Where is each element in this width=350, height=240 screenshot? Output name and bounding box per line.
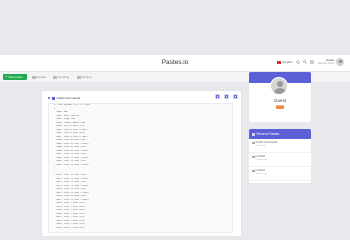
code-text: 0019: %1d% > %2d% (int) bbox=[54, 205, 86, 208]
code-text: 0001: wait %1d% ms bbox=[54, 114, 80, 117]
language-label: English bbox=[282, 60, 293, 64]
paste-card: CLEO commands // CLEO Opcodes list (c) 2… bbox=[42, 91, 241, 236]
avatar-body bbox=[273, 88, 286, 94]
code-text: 000D: %1d% -= %2d% (float) bbox=[54, 156, 90, 159]
code-text: 0011: %1d% *= %2d% (float) bbox=[54, 177, 90, 180]
code-text: 0013: %1d% *= %2d% (float) bbox=[54, 184, 90, 187]
code-icon bbox=[51, 96, 55, 100]
bullet-icon bbox=[48, 97, 50, 99]
code-text: // CLEO Opcodes list (c) 2021 bbox=[54, 104, 91, 106]
code-text: 0016: %1d% /= %2d% (int) bbox=[54, 195, 87, 197]
file-icon bbox=[225, 95, 228, 98]
code-text: 0006: %1d% = %2d% (int) bbox=[54, 132, 86, 134]
list-item[interactable]: Untitled 3 hours ago bbox=[249, 167, 311, 181]
copy-icon bbox=[216, 95, 219, 98]
code-text: 001D: %1d% > %2d% (int) bbox=[54, 219, 86, 222]
code-text: 0017: %1d% /= %2d% (float) bbox=[54, 198, 90, 201]
code-line: 001F: %1d% > %2d% (int) bbox=[49, 227, 232, 231]
flag-icon bbox=[277, 60, 282, 64]
recent-pastes-card: Recent Pastes CLEO commands 1 hour ago U… bbox=[249, 129, 311, 183]
paste-header: CLEO commands bbox=[48, 96, 80, 100]
code-text: { bbox=[54, 107, 56, 110]
nav-item-search[interactable]: Search bbox=[32, 75, 46, 79]
code-text: 0018: %1d% > %2d% (int) bbox=[54, 202, 86, 204]
nav-item-label: Search bbox=[36, 75, 47, 79]
search-icon[interactable] bbox=[302, 60, 307, 64]
code-text: 000E: %1d% -= %2d% (int) bbox=[54, 160, 87, 162]
raw-button[interactable] bbox=[224, 94, 229, 99]
avatar[interactable] bbox=[336, 58, 344, 66]
paste-title: CLEO commands bbox=[56, 96, 81, 100]
code-text: 0008: %1d% += %2d% (int) bbox=[54, 139, 87, 141]
plus-icon: + bbox=[5, 74, 8, 79]
recent-pastes-title: Recent Pastes bbox=[256, 132, 280, 136]
new-paste-label: New paste bbox=[8, 75, 23, 79]
code-text: 0002: jump %1p% bbox=[54, 118, 76, 120]
code-text: 001E: %1d% > %2d% (int) bbox=[54, 223, 86, 225]
moon-icon[interactable] bbox=[296, 60, 300, 64]
download-button[interactable] bbox=[233, 94, 238, 99]
list-item[interactable]: CLEO commands 1 hour ago bbox=[249, 139, 311, 153]
status-badge: Guest bbox=[276, 105, 284, 109]
code-text: 0007: %1d% = %2d% (float) bbox=[54, 135, 88, 138]
paste-actions bbox=[211, 94, 238, 99]
recent-item-title[interactable]: Untitled bbox=[256, 168, 265, 173]
file-icon bbox=[252, 169, 255, 172]
user-info[interactable]: Guest Member since bbox=[318, 58, 334, 66]
file-icon bbox=[252, 141, 255, 144]
code-viewer[interactable]: // CLEO Opcodes list (c) 2021{ 0000: NOP… bbox=[48, 103, 233, 233]
code-text: 0010: %1d% *= %2d% (int) bbox=[54, 174, 87, 176]
top-header: Pastes.io English Guest Member since bbox=[0, 55, 350, 71]
header-right: English Guest Member since bbox=[277, 58, 344, 66]
copy-button[interactable] bbox=[215, 94, 220, 99]
recent-item-title[interactable]: CLEO commands bbox=[256, 140, 278, 145]
nav-item-archive[interactable]: Archive bbox=[77, 75, 92, 79]
code-text: 001C: %1d% > %2d% (int) bbox=[54, 216, 86, 218]
code-text: 000F: %1d% -= %2d% (float) bbox=[54, 163, 90, 166]
code-text: 001A: %1d% > %2d% (int) bbox=[54, 209, 86, 211]
recent-item-meta: 1 hour ago bbox=[255, 144, 266, 147]
avatar[interactable] bbox=[270, 77, 288, 95]
code-text: 001F: %1d% > %2d% (int) bbox=[54, 226, 86, 229]
avatar-head bbox=[276, 81, 283, 87]
grid-icon[interactable] bbox=[310, 60, 314, 64]
profile-name[interactable]: Guest bbox=[249, 98, 311, 103]
user-subtitle: Member since bbox=[318, 62, 334, 65]
recent-item-meta: 3 hours ago bbox=[255, 172, 268, 175]
code-text: } bbox=[54, 167, 56, 169]
search-icon bbox=[32, 75, 36, 79]
new-paste-button[interactable]: + New paste bbox=[3, 74, 27, 80]
code-text: 0005: %1d% = %2d% (float) bbox=[54, 128, 88, 131]
code-text: 0014: %1d% /= %2d% (int) bbox=[54, 188, 87, 190]
code-text: 000B: %1d% += %2d% (float) bbox=[54, 149, 90, 152]
code-text: 0000: NOP bbox=[54, 111, 68, 113]
language-selector[interactable]: English bbox=[277, 60, 292, 64]
code-text: 0015: %1d% /= %2d% (float) bbox=[54, 191, 90, 194]
file-icon bbox=[252, 155, 255, 158]
code-text: 0003: shake_camera %1d% bbox=[54, 121, 86, 124]
recent-item-meta: 2 hours ago bbox=[255, 158, 268, 161]
clock-icon bbox=[252, 132, 255, 136]
code-text: 0004: %1d% = %2d% (int) bbox=[54, 125, 86, 127]
nav-item-label: Archive bbox=[81, 75, 92, 79]
profile-card: Guest Guest bbox=[249, 72, 311, 122]
code-text: 000C: %1d% -= %2d% (int) bbox=[54, 153, 87, 155]
recent-pastes-header: Recent Pastes bbox=[249, 129, 311, 139]
list-item[interactable]: Untitled 2 hours ago bbox=[249, 153, 311, 167]
code-text: 000A: %1d% += %2d% (int) bbox=[54, 146, 87, 148]
nav-item-trending[interactable]: Trending bbox=[53, 75, 69, 79]
download-icon bbox=[234, 95, 237, 98]
code-text: 0012: %1d% *= %2d% (int) bbox=[54, 181, 87, 183]
code-text: 0009: %1d% += %2d% (float) bbox=[54, 142, 90, 145]
code-text: 001B: %1d% > %2d% (int) bbox=[54, 212, 86, 215]
nav-item-label: Trending bbox=[57, 75, 70, 79]
archive-icon bbox=[77, 75, 81, 79]
recent-item-title[interactable]: Untitled bbox=[256, 154, 265, 159]
trending-icon bbox=[53, 75, 57, 79]
